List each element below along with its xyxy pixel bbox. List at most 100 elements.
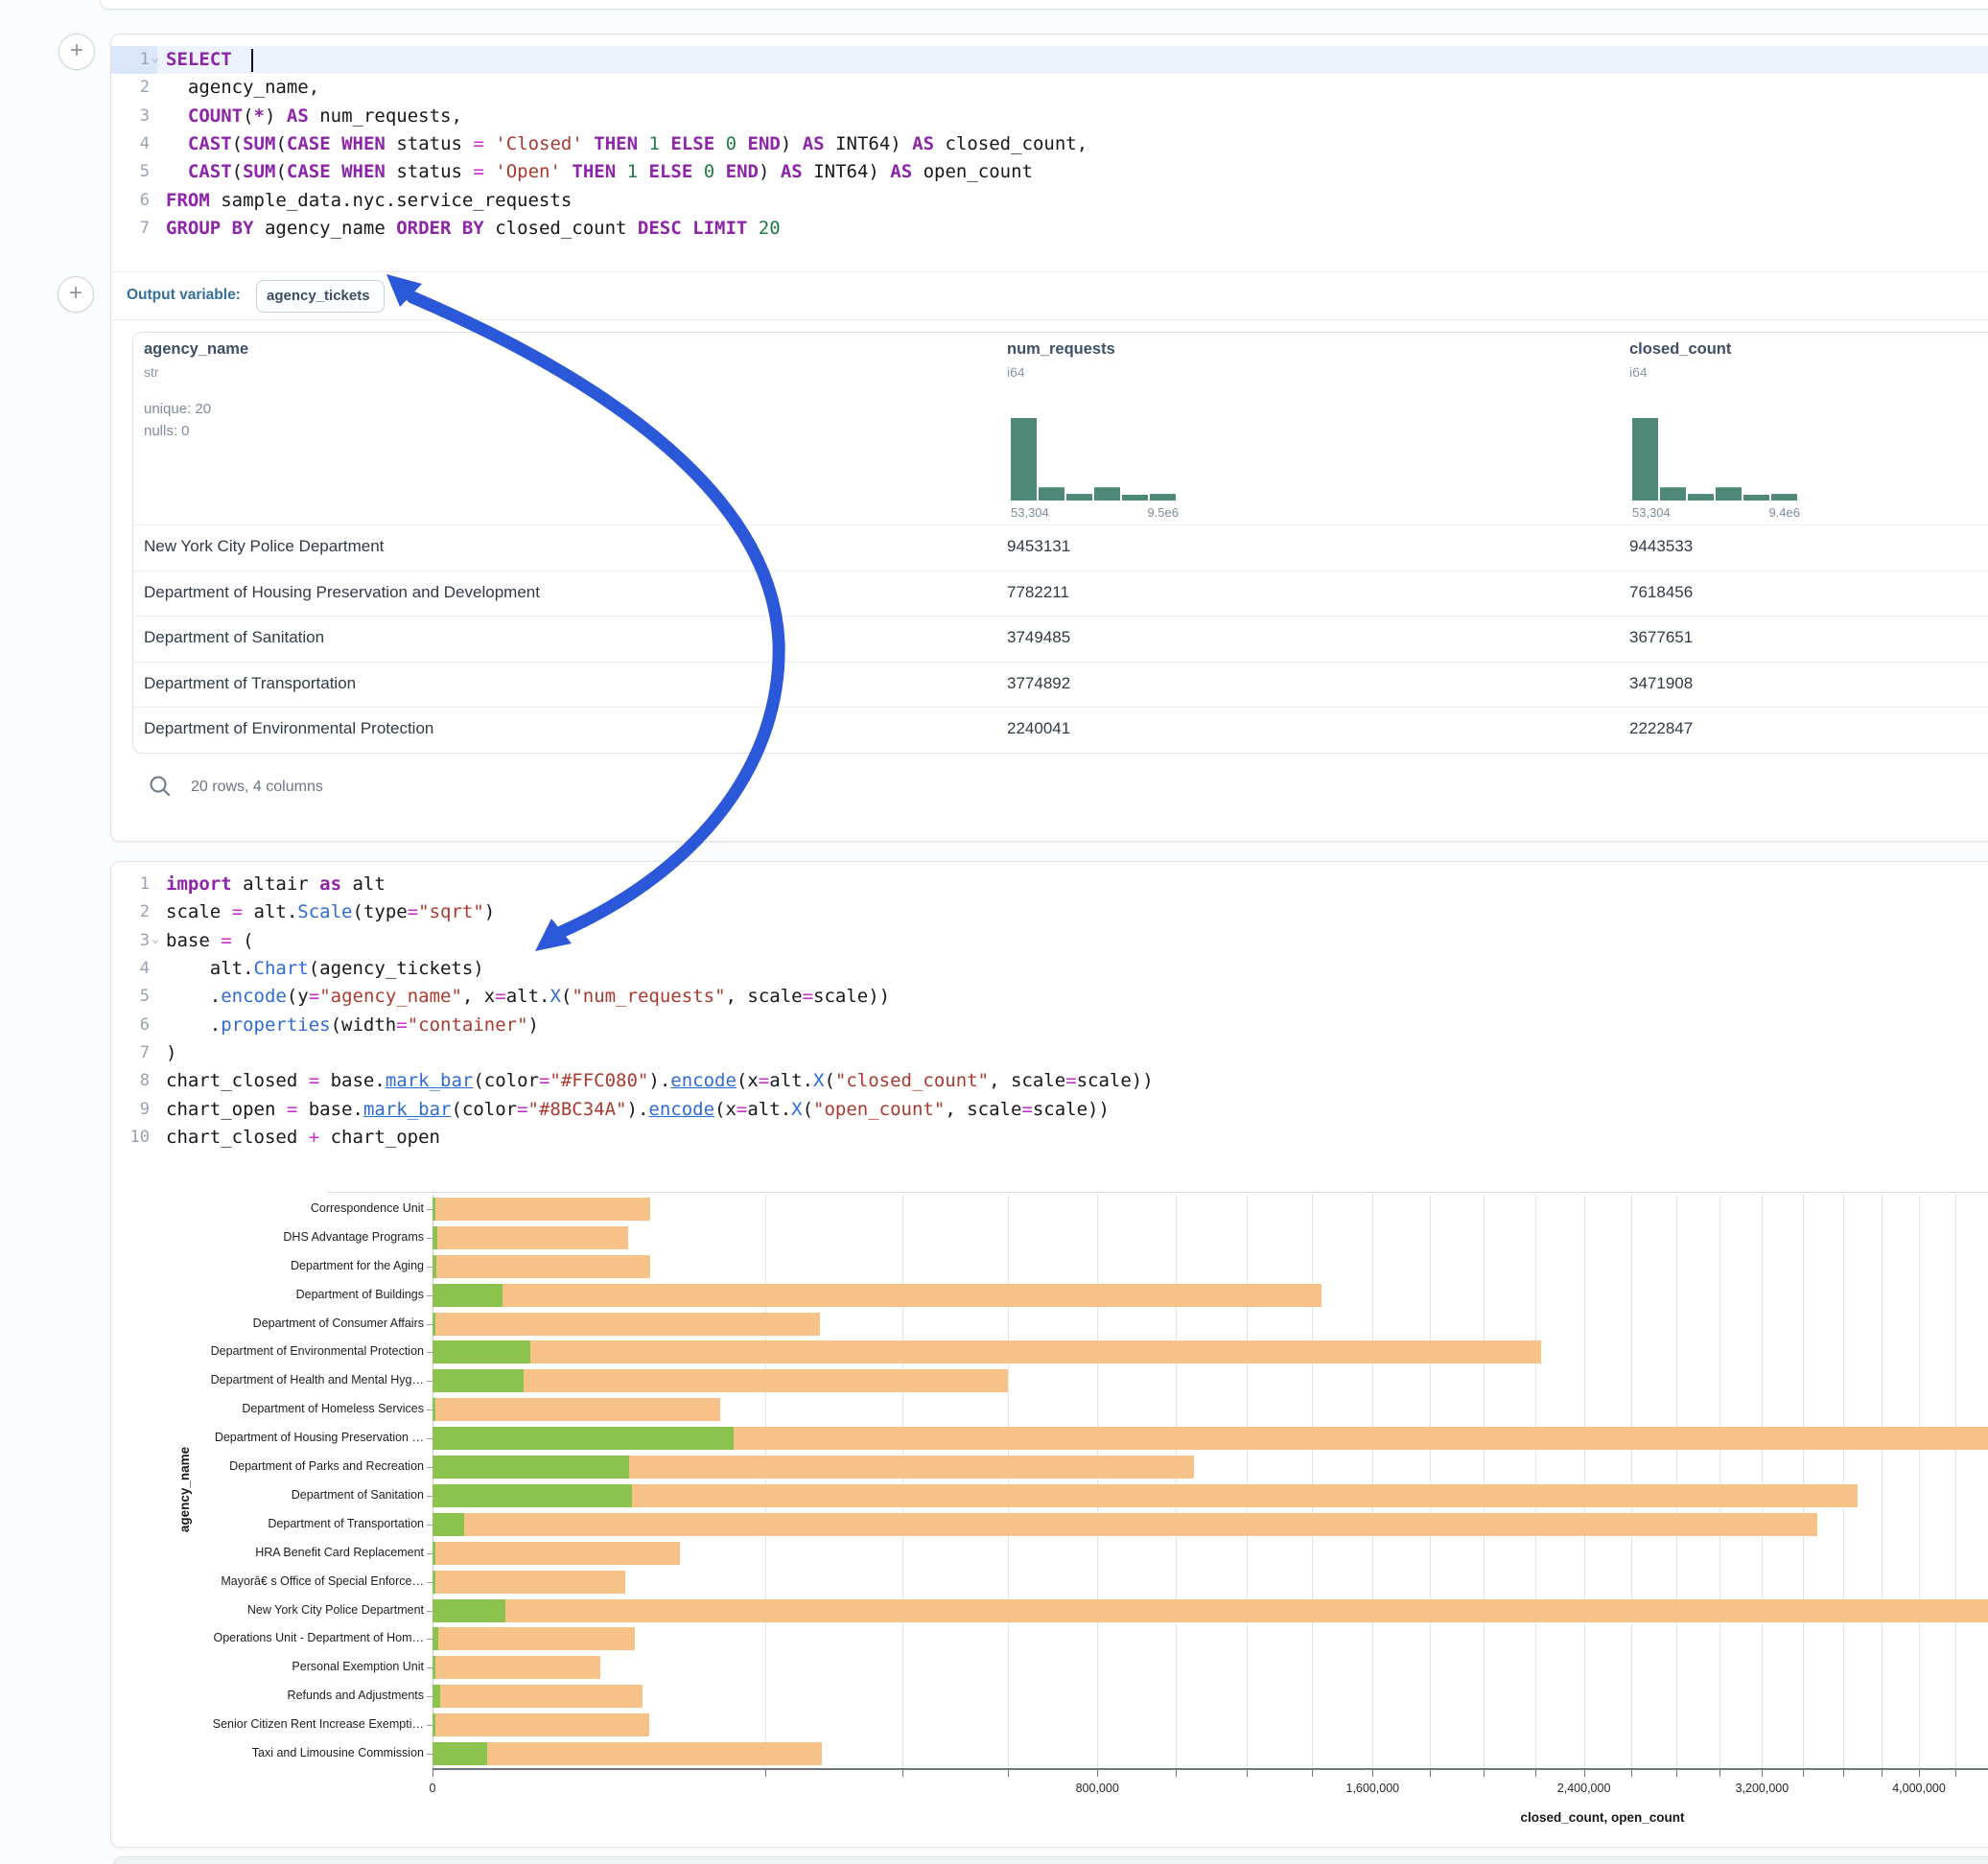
code-token: = [473, 161, 483, 182]
histogram-max-label: 9.4e6 [1747, 505, 1800, 520]
code-token: 1 [627, 161, 638, 182]
sql-code-editor[interactable]: 1⌄SELECT 2 agency_name,3 COUNT(*) AS num… [111, 46, 1988, 243]
code-token: AS [912, 133, 934, 154]
code-token: ). [627, 1099, 649, 1120]
add-cell-button-top[interactable]: + [58, 34, 95, 70]
code-line: 5 CAST(SUM(CASE WHEN status = 'Open' THE… [111, 158, 1988, 186]
x-tick-label: 3,200,000 [1736, 1782, 1789, 1795]
search-icon[interactable] [148, 774, 173, 799]
gridline [1584, 1195, 1585, 1768]
code-token: scale)) [813, 986, 890, 1007]
table-row: Department of Transportation377489234719… [133, 662, 1988, 709]
bar-closed-count [433, 1713, 649, 1736]
x-axis-title: closed_count, open_count [1520, 1810, 1684, 1825]
code-line: 1⌄SELECT [111, 46, 1988, 74]
code-token: WHEN [341, 161, 386, 182]
plus-icon: + [70, 37, 83, 63]
code-token: = [309, 1070, 319, 1091]
table-cell: 2240041 [1007, 719, 1070, 738]
code-token: AS [781, 161, 803, 182]
x-tick [902, 1770, 903, 1777]
gridline [1312, 1195, 1313, 1768]
table-cell: 9443533 [1629, 537, 1693, 556]
code-token: (x [714, 1099, 737, 1120]
bar-open-count [433, 1255, 436, 1278]
code-token: chart_closed [166, 1070, 309, 1091]
chevron-down-icon[interactable]: ⌄ [152, 44, 167, 72]
bar-closed-count [433, 1513, 1817, 1536]
bar-closed-count [433, 1656, 600, 1679]
code-token [737, 133, 747, 154]
code-line: 1import altair as alt [111, 871, 1988, 898]
table-cell: 3749485 [1007, 628, 1070, 647]
code-token [682, 218, 692, 239]
code-text: agency_name, [166, 74, 319, 102]
gridline [1484, 1195, 1485, 1768]
code-text: FROM sample_data.nyc.service_requests [166, 187, 572, 215]
code-token: "sqrt" [418, 901, 484, 922]
bar-open-count [433, 1713, 435, 1736]
add-cell-button-output[interactable]: + [58, 276, 94, 313]
x-tick [1097, 1770, 1098, 1777]
code-token: = [803, 986, 813, 1007]
bar-open-count [433, 1369, 524, 1392]
code-text: SELECT [166, 46, 243, 74]
gridline [1372, 1195, 1373, 1768]
chevron-down-icon[interactable]: ⌄ [152, 925, 167, 953]
code-token: = [408, 901, 418, 922]
table-cell: 7618456 [1629, 583, 1693, 602]
y-axis-label: Department for the Aging [111, 1259, 424, 1272]
code-token: 'Closed' [495, 133, 583, 154]
bar-closed-count [433, 1340, 1541, 1363]
code-line: 2scale = alt.Scale(type="sqrt") [111, 898, 1988, 926]
line-number: 6 [111, 187, 150, 215]
code-text: chart_closed = base.mark_bar(color="#FFC… [166, 1067, 1154, 1095]
chart-top-rule [327, 1192, 1988, 1193]
code-token [583, 133, 594, 154]
sql-cell-card: 1⌄SELECT 2 agency_name,3 COUNT(*) AS num… [110, 34, 1988, 842]
x-tick [1919, 1770, 1920, 1777]
python-code-editor[interactable]: 1import altair as alt2scale = alt.Scale(… [111, 871, 1988, 1152]
x-tick [1484, 1770, 1485, 1777]
code-token: "#8BC34A" [528, 1099, 627, 1120]
column-histogram [1632, 416, 1800, 501]
line-number: 5 [111, 158, 150, 186]
code-token: ( [243, 105, 253, 127]
line-number: 1 [111, 871, 150, 898]
gridline [1762, 1195, 1763, 1768]
line-number: 7 [111, 1039, 150, 1067]
code-line: 10chart_closed + chart_open [111, 1124, 1988, 1152]
column-header-num_requests: num_requests [1007, 340, 1115, 359]
gridline [1919, 1195, 1920, 1768]
code-token: alt. [769, 1070, 813, 1091]
code-token: base. [297, 1099, 363, 1120]
bar-open-count [433, 1226, 437, 1249]
code-token: closed_count [484, 218, 638, 239]
code-token: SUM [243, 161, 275, 182]
y-axis-label: Taxi and Limousine Commission [111, 1746, 424, 1759]
code-token: 0 [704, 161, 714, 182]
bar-closed-count [433, 1198, 650, 1221]
code-token: "num_requests" [572, 986, 725, 1007]
column-header-agency_name: agency_name [144, 340, 248, 359]
code-token: X [813, 1070, 824, 1091]
code-token: ( [824, 1070, 834, 1091]
table-cell: Department of Transportation [144, 674, 356, 693]
y-axis-label: Department of Consumer Affairs [111, 1316, 424, 1330]
code-line: 5 .encode(y="agency_name", x=alt.X("num_… [111, 983, 1988, 1011]
bar-open-count [433, 1513, 464, 1536]
code-token: END [748, 133, 781, 154]
table-cell: 2222847 [1629, 719, 1693, 738]
code-token: * [254, 105, 265, 127]
x-tick [1955, 1770, 1956, 1777]
bar-closed-count [433, 1284, 1321, 1307]
plus-icon: + [69, 280, 82, 306]
code-token: DESC [638, 218, 682, 239]
gridline [765, 1195, 766, 1768]
table-cell: 7782211 [1007, 583, 1069, 602]
code-token: = [517, 1099, 527, 1120]
output-variable-pill[interactable]: agency_tickets [256, 280, 385, 313]
gridline [1843, 1195, 1844, 1768]
code-token: . [166, 986, 221, 1007]
bar-closed-count [433, 1255, 650, 1278]
